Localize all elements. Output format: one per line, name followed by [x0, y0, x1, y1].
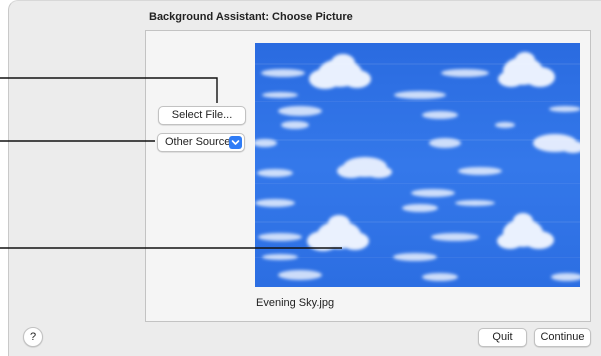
quit-button[interactable]: Quit: [478, 328, 527, 347]
continue-button[interactable]: Continue: [534, 328, 591, 347]
chevron-down-icon: [229, 136, 242, 149]
help-button[interactable]: ?: [23, 327, 43, 347]
select-file-button[interactable]: Select File...: [158, 106, 246, 125]
window-title: Background Assistant: Choose Picture: [149, 11, 353, 23]
picture-preview: [255, 43, 580, 287]
other-sources-label: Other Sources: [165, 136, 236, 148]
picture-filename: Evening Sky.jpg: [256, 297, 335, 309]
other-sources-popup[interactable]: Other Sources: [157, 133, 245, 152]
